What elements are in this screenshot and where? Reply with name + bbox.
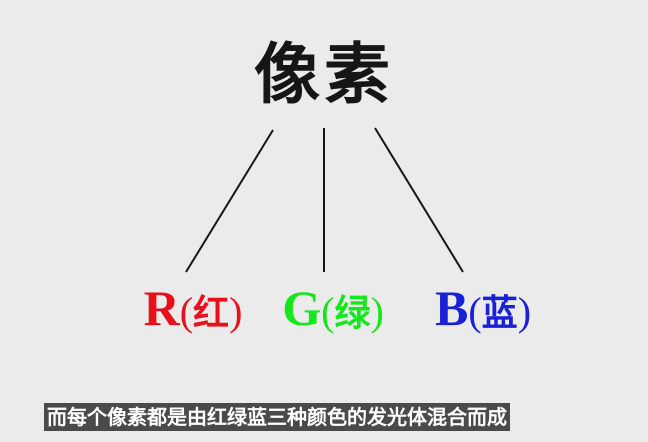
connector-line-blue bbox=[374, 127, 464, 273]
subtitle-caption: 而每个像素都是由红绿蓝三种颜色的发光体混合而成 bbox=[44, 403, 510, 431]
channel-green-open-paren: ( bbox=[321, 289, 335, 334]
channel-blue-name: 蓝 bbox=[481, 292, 518, 334]
channel-red-letter: R bbox=[143, 280, 180, 336]
channel-blue-letter: B bbox=[434, 280, 469, 336]
channel-green: G(绿) bbox=[268, 276, 398, 340]
channel-blue-open-paren: ( bbox=[468, 289, 482, 334]
diagram-canvas: 像素 R(红) G(绿) B(蓝) 而每个像素都是由红绿蓝三种颜色的发光体混合而… bbox=[0, 0, 648, 442]
channel-blue-close-paren: ) bbox=[517, 289, 532, 334]
connector-lines bbox=[185, 127, 464, 273]
channel-red-open-paren: ( bbox=[179, 289, 194, 334]
channel-green-letter: G bbox=[282, 280, 322, 336]
channel-green-close-paren: ) bbox=[370, 289, 384, 334]
channel-green-name: 绿 bbox=[334, 292, 371, 334]
channel-red-name: 红 bbox=[193, 292, 230, 334]
channel-red-close-paren: ) bbox=[229, 289, 243, 334]
connector-line-red bbox=[185, 129, 274, 273]
channel-red: R(红) bbox=[128, 276, 258, 340]
channel-blue: B(蓝) bbox=[418, 276, 548, 340]
